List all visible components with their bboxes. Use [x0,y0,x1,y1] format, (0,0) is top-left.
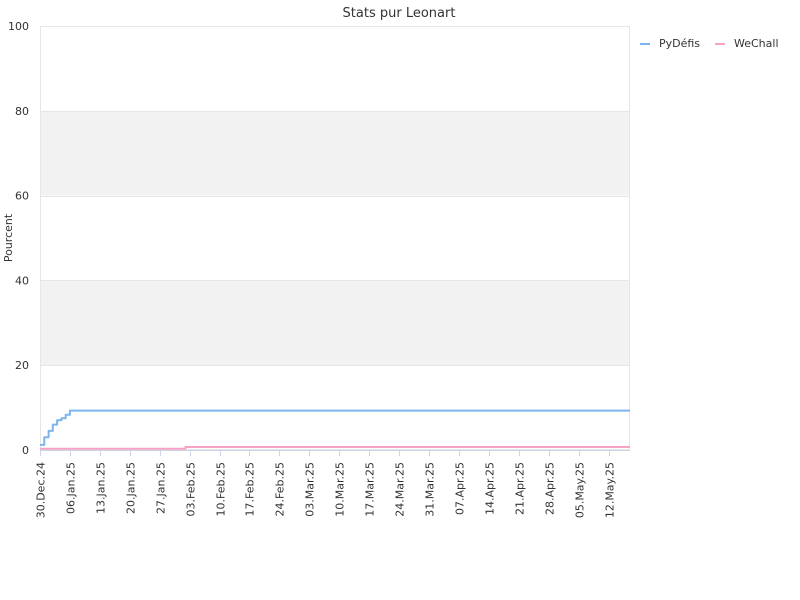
y-tick-label: 20 [15,359,29,372]
x-tick-label: 07.Apr.25 [454,462,467,515]
x-tick-label: 24.Feb.25 [274,462,287,516]
plot-band [40,280,630,366]
chart-title: Stats pur Leonart [343,6,456,21]
x-tick-label: 10.Mar.25 [334,462,347,517]
y-tick-label: 60 [15,190,29,203]
x-tick-label: 30.Dec.24 [35,462,48,518]
x-tick-label: 03.Mar.25 [304,462,317,517]
x-tick-label: 14.Apr.25 [484,462,497,515]
plot-background [40,26,630,450]
x-tick-label: 28.Apr.25 [544,462,557,515]
x-tick-label: 10.Feb.25 [215,462,228,516]
y-tick-label: 0 [22,444,29,457]
legend-item-label: WeChall [734,37,779,50]
y-tick-label: 100 [8,20,29,33]
plot-area [40,26,630,450]
y-axis-label: Pourcent [2,213,15,262]
legend: PyDéfis WeChall [640,37,779,50]
plot-band [40,110,630,196]
x-tick-label: 24.Mar.25 [394,462,407,517]
x-tick-label: 05.May.25 [574,462,587,518]
x-tick-label: 03.Feb.25 [185,462,198,516]
x-tick-label: 20.Jan.25 [125,462,138,514]
line-chart: Stats pur Leonart 30.Dec.24 06.Jan.25 13.J… [2,6,779,518]
legend-item-label: PyDéfis [659,37,700,50]
x-tick-label: 12.May.25 [604,462,617,518]
x-tick-label: 17.Feb.25 [244,462,257,516]
x-tick-label: 31.Mar.25 [424,462,437,517]
x-tick-label: 13.Jan.25 [95,462,108,514]
x-tick-label: 17.Mar.25 [364,462,377,517]
x-tick-label: 21.Apr.25 [514,462,527,515]
x-axis: 30.Dec.24 06.Jan.25 13.Jan.25 20.Jan.25 27.J… [35,450,630,518]
x-tick-label: 06.Jan.25 [65,462,78,514]
y-tick-label: 80 [15,105,29,118]
x-tick-label: 27.Jan.25 [155,462,168,514]
y-tick-label: 40 [15,274,29,287]
